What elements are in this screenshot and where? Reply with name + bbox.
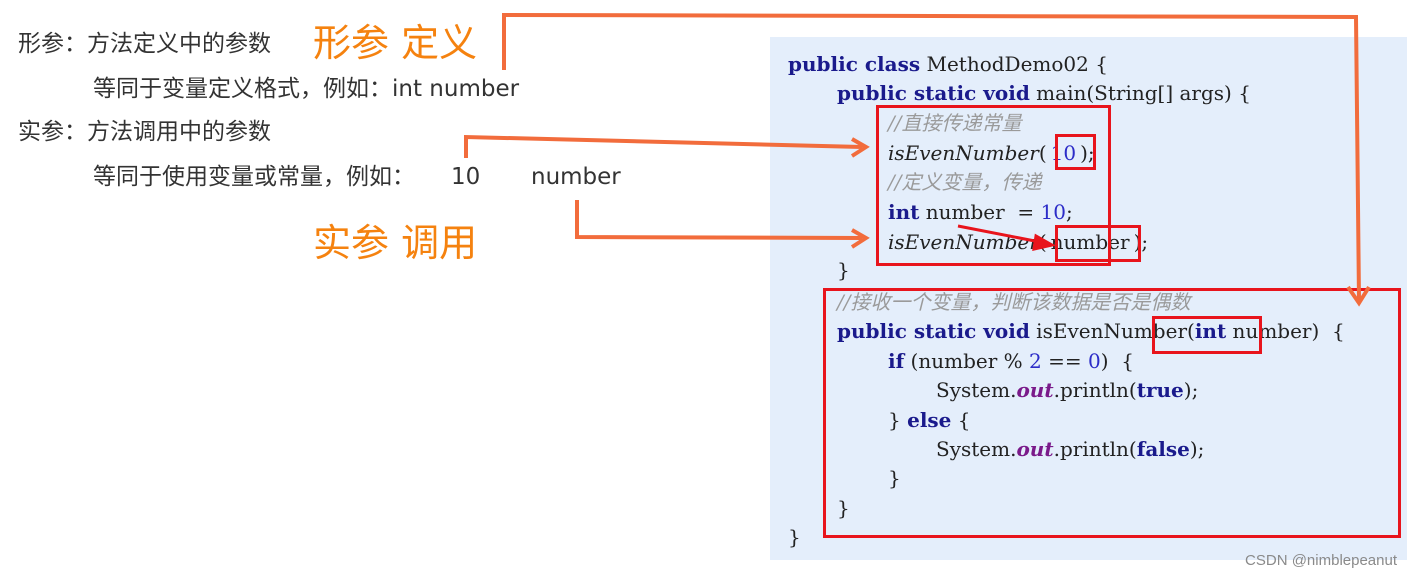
formal-connector-arrow [502, 12, 1371, 307]
variable-pass-arrow [957, 224, 1057, 251]
var-connector-arrow [575, 200, 870, 249]
connector-arrows [464, 12, 1371, 307]
watermark: CSDN @nimblepeanut [1245, 552, 1397, 569]
const-connector-arrow [464, 134, 870, 158]
